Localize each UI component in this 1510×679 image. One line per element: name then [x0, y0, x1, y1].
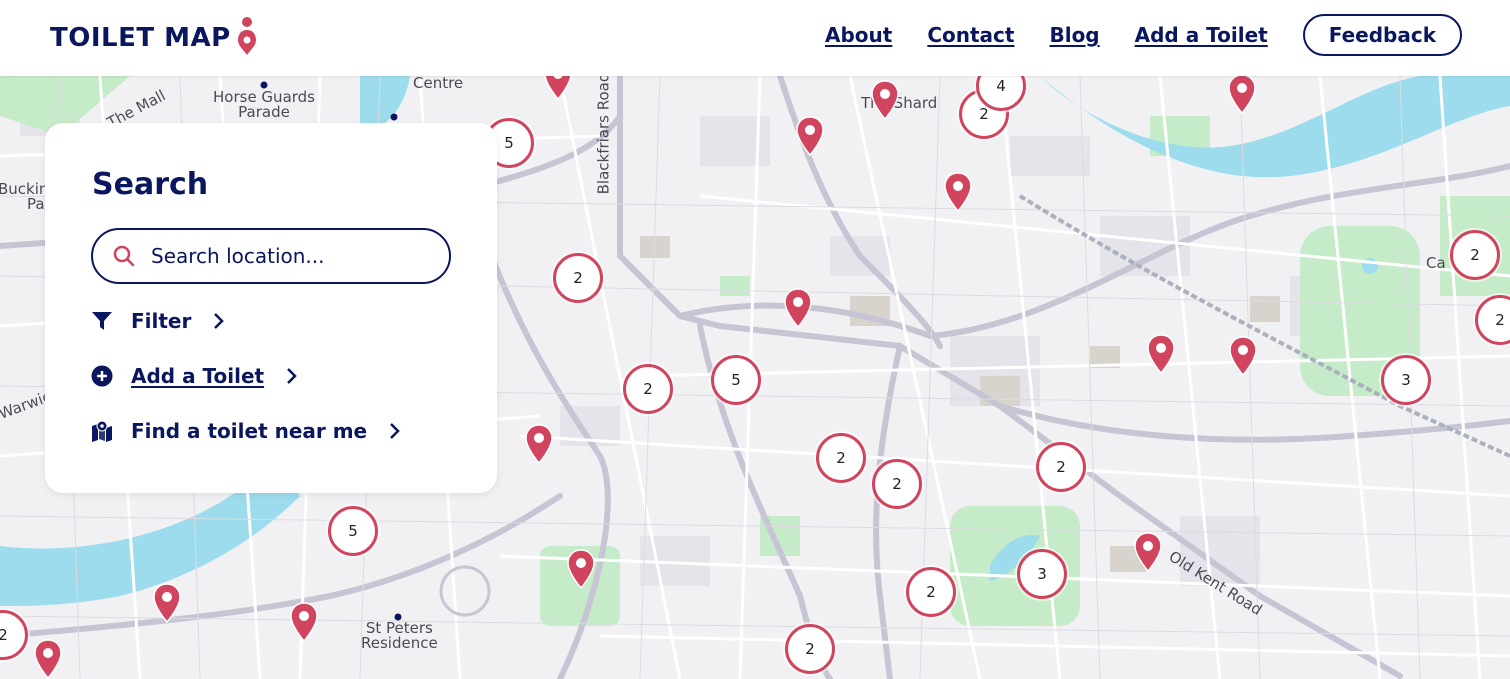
toilet-map-pin-icon[interactable] [544, 76, 572, 100]
search-box[interactable] [91, 228, 451, 284]
toilet-map-pin-icon[interactable] [1229, 336, 1257, 376]
toilet-map-pin-icon[interactable] [784, 288, 812, 328]
chevron-right-icon [214, 313, 225, 329]
filter-funnel-icon [92, 312, 112, 330]
chevron-right-icon [390, 423, 400, 439]
toilet-map-pin-icon[interactable] [796, 116, 824, 156]
cluster-marker[interactable]: 3 [1017, 549, 1067, 599]
cluster-marker[interactable]: 2 [906, 567, 956, 617]
feedback-button[interactable]: Feedback [1302, 14, 1462, 56]
toilet-map-pin-icon[interactable] [1228, 76, 1256, 114]
nav-add-toilet-link[interactable]: Add a Toilet [1135, 23, 1268, 47]
toilet-map-pin-icon[interactable] [34, 639, 62, 679]
filter-toggle[interactable]: Filter [91, 309, 225, 333]
map-location-icon [92, 420, 112, 442]
add-toilet-label: Add a Toilet [131, 364, 265, 388]
add-toilet-row[interactable]: Add a Toilet [91, 364, 298, 388]
toilet-map-pin-icon[interactable] [290, 602, 318, 642]
top-header: TOILET MAP About Contact Blog Add a Toil… [0, 0, 1510, 76]
toilet-map-pin-icon[interactable] [567, 549, 595, 589]
plus-circle-icon [91, 365, 113, 387]
search-location-input[interactable] [149, 243, 423, 269]
find-near-me-row[interactable]: Find a toilet near me [91, 419, 401, 443]
search-panel-title: Search [92, 167, 209, 202]
logo[interactable]: TOILET MAP [50, 17, 257, 58]
cluster-marker[interactable]: 2 [785, 624, 835, 674]
filter-label: Filter [131, 309, 192, 333]
find-near-me-label: Find a toilet near me [131, 419, 368, 443]
map-label-horse-guards: Horse Guards Parade [213, 88, 315, 121]
cluster-marker[interactable]: 2 [816, 433, 866, 483]
nav-about-link[interactable]: About [825, 23, 892, 47]
toilet-map-pin-icon[interactable] [871, 80, 899, 120]
main-nav: About Contact Blog Add a Toilet Feedback [790, 13, 1462, 57]
toilet-map-pin-icon[interactable] [944, 172, 972, 212]
map-label-blackfriars: Blackfriars Road [594, 76, 613, 195]
cluster-marker[interactable]: 2 [1450, 230, 1500, 280]
map-label-ca: Ca [1426, 254, 1446, 272]
cluster-marker[interactable]: 3 [1381, 355, 1431, 405]
toilet-map-pin-icon[interactable] [1134, 532, 1162, 572]
map-pin-logo-icon [237, 17, 256, 55]
map-label-centre: Centre [413, 76, 464, 92]
cluster-marker[interactable]: 5 [328, 506, 378, 556]
map-label-st-peters: St Peters Residence [361, 619, 438, 652]
nav-contact-link[interactable]: Contact [927, 23, 1014, 47]
nav-blog-link[interactable]: Blog [1049, 23, 1099, 47]
logo-text: TOILET MAP [50, 23, 231, 53]
chevron-right-icon [287, 368, 297, 384]
cluster-marker[interactable]: 2 [623, 364, 673, 414]
cluster-marker[interactable]: 5 [711, 355, 761, 405]
search-panel: Search Filter Add a Toilet [45, 123, 497, 493]
search-icon [113, 245, 135, 267]
cluster-marker[interactable]: 2 [872, 459, 922, 509]
toilet-map-pin-icon[interactable] [1147, 334, 1175, 374]
toilet-map-pin-icon[interactable] [153, 583, 181, 623]
cluster-marker[interactable]: 2 [1036, 442, 1086, 492]
toilet-map-pin-icon[interactable] [525, 424, 553, 464]
cluster-marker[interactable]: 2 [553, 253, 603, 303]
